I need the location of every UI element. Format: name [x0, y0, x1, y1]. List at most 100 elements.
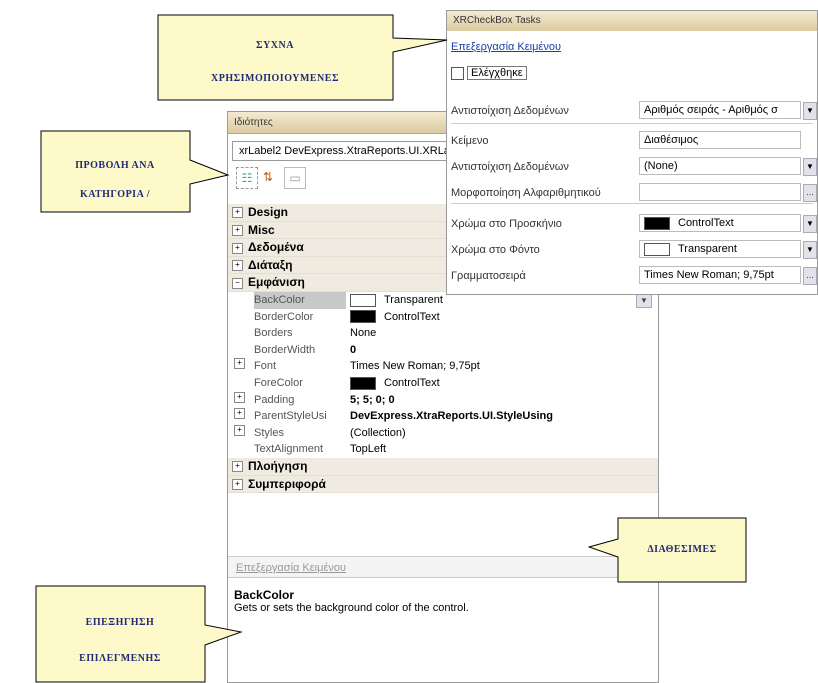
expand-toggle-icon[interactable]: +: [234, 424, 245, 436]
separator: [451, 123, 813, 124]
expand-toggle-icon[interactable]: +: [232, 260, 243, 272]
category-label: Design: [248, 205, 289, 219]
edit-text-link[interactable]: Επεξεργασία Κειμένου: [451, 41, 561, 53]
property-row[interactable]: Borders None: [228, 325, 658, 342]
property-value[interactable]: (Collection): [350, 425, 406, 442]
property-category[interactable]: + Πλοήγηση: [228, 457, 658, 476]
property-row[interactable]: TextAlignment TopLeft: [228, 441, 658, 458]
task-value-text: Transparent: [678, 243, 737, 255]
dropdown-arrow-icon[interactable]: ▼: [803, 215, 817, 233]
task-row[interactable]: Αντιστοίχιση Δεδομένων Αριθμός σειράς - Α…: [451, 101, 817, 121]
task-value-field[interactable]: Transparent: [639, 240, 801, 258]
property-pages-icon[interactable]: ▭: [284, 167, 306, 189]
property-row[interactable]: ForeColor ControlText: [228, 375, 658, 392]
separator: [451, 203, 813, 204]
property-value-text: ControlText: [384, 376, 440, 389]
property-name: BorderColor: [254, 310, 314, 323]
property-value[interactable]: ControlText: [350, 309, 440, 326]
callout-explain-line2: ΕΠΙΛΕΓΜΕΝΗΣ: [79, 653, 161, 664]
expand-toggle-icon[interactable]: +: [234, 408, 245, 420]
task-label: Γραμματοσειρά: [451, 270, 526, 282]
property-value-text: DevExpress.XtraReports.UI.StyleUsing: [350, 410, 553, 423]
property-value[interactable]: DevExpress.XtraReports.UI.StyleUsing: [350, 408, 553, 425]
task-value-field[interactable]: Διαθέσιμος: [639, 131, 801, 149]
expand-toggle-icon[interactable]: +: [232, 224, 243, 236]
property-row[interactable]: BorderWidth 0: [228, 342, 658, 359]
expand-toggle-icon[interactable]: +: [232, 461, 243, 473]
task-row[interactable]: Μορφοποίηση Αλφαριθμητικού …: [451, 183, 817, 203]
categorized-view-icon[interactable]: ☷: [236, 167, 258, 189]
color-swatch: [644, 242, 670, 256]
task-row[interactable]: Αντιστοίχιση Δεδομένων (None) ▼: [451, 157, 817, 177]
property-value[interactable]: Transparent: [350, 292, 443, 309]
tasks-title: XRCheckBox Tasks: [447, 11, 817, 31]
property-value-text: 0: [350, 343, 357, 356]
expand-toggle-icon[interactable]: +: [234, 391, 245, 403]
task-value-text: ControlText: [678, 217, 734, 229]
property-value-text: Times New Roman; 9,75pt: [350, 360, 480, 373]
expand-toggle-icon[interactable]: +: [232, 478, 243, 490]
task-row[interactable]: Γραμματοσειρά Times New Roman; 9,75pt…: [451, 266, 817, 286]
expand-toggle-icon[interactable]: +: [234, 358, 245, 370]
property-value[interactable]: None: [350, 325, 376, 342]
task-row[interactable]: Κείμενο Διαθέσιμος: [451, 131, 813, 151]
task-value-field[interactable]: [639, 183, 801, 201]
task-label: Αντιστοίχιση Δεδομένων: [451, 161, 569, 173]
category-label: Misc: [248, 222, 275, 237]
property-name: Styles: [254, 426, 284, 439]
category-label: Πλοήγηση: [248, 458, 308, 473]
callout-category-shape: [40, 130, 230, 213]
task-value-field[interactable]: (None): [639, 157, 801, 175]
expand-toggle-icon[interactable]: +: [232, 207, 243, 219]
property-value-text: Transparent: [384, 293, 443, 306]
dropdown-arrow-icon[interactable]: ▼: [636, 293, 652, 308]
property-value[interactable]: ControlText: [350, 375, 440, 392]
callout-category-line2: ΚΑΤΗΓΟΡΙΑ /: [79, 189, 151, 200]
property-name: Padding: [254, 393, 295, 406]
property-name: ForeColor: [254, 376, 303, 389]
ellipsis-icon[interactable]: …: [803, 267, 817, 285]
task-row[interactable]: Χρώμα στο Προσκήνιο ControlText ▼: [451, 214, 817, 234]
property-row[interactable]: + Styles (Collection): [228, 424, 658, 442]
property-value-text: 5; 5; 0; 0: [350, 393, 395, 406]
expand-toggle-icon[interactable]: −: [232, 277, 243, 289]
checked-label: Ελέγχθηκε: [467, 66, 527, 80]
property-name: Font: [254, 360, 277, 373]
task-row[interactable]: Χρώμα στο Φόντο Transparent ▼: [451, 240, 817, 260]
property-value[interactable]: TopLeft: [350, 441, 386, 458]
property-category[interactable]: + Συμπεριφορά: [228, 475, 658, 494]
color-swatch: [350, 293, 376, 307]
task-label: Χρώμα στο Φόντο: [451, 244, 540, 256]
dropdown-arrow-icon[interactable]: ▼: [803, 241, 817, 259]
checked-checkbox[interactable]: Ελέγχθηκε: [451, 65, 527, 81]
property-row[interactable]: + Padding 5; 5; 0; 0: [228, 391, 658, 409]
property-row[interactable]: + ParentStyleUsi DevExpress.XtraReports.UI…: [228, 408, 658, 425]
property-row[interactable]: + Font Times New Roman; 9,75pt: [228, 358, 658, 375]
task-value-field[interactable]: Times New Roman; 9,75pt: [639, 266, 801, 284]
property-value-text: None: [350, 327, 377, 340]
category-label: Δεδομένα: [248, 240, 304, 255]
property-name: ParentStyleUsi: [254, 410, 327, 423]
properties-toolbar: ☷ ⇅ ▭: [232, 167, 332, 189]
checkbox-box[interactable]: [451, 66, 464, 80]
expand-toggle-icon[interactable]: +: [232, 242, 243, 254]
property-value[interactable]: Times New Roman; 9,75pt: [350, 358, 480, 375]
property-name: BorderWidth: [254, 343, 316, 356]
task-value-field[interactable]: Αριθμός σειράς - Αριθμός σ: [639, 101, 801, 119]
property-row[interactable]: BorderColor ControlText: [228, 309, 658, 326]
task-label: Μορφοποίηση Αλφαριθμητικού: [451, 187, 601, 199]
callout-available-line1: ΔΙΑΘΕΣΙΜΕΣ: [647, 544, 717, 555]
task-value-field[interactable]: ControlText: [639, 214, 801, 232]
callout-frequent-line1: ΣΥΧΝΑ: [256, 40, 294, 51]
property-value[interactable]: 5; 5; 0; 0: [350, 392, 395, 409]
description-title: BackColor: [234, 588, 295, 602]
callout-category: ΠΡΟΒΟΛΗ ΑΝΑ ΚΑΤΗΓΟΡΙΑ /: [40, 130, 230, 214]
alphabetical-sort-icon[interactable]: ⇅: [258, 167, 278, 187]
task-value-text: Αριθμός σειράς - Αριθμός σ: [644, 104, 778, 116]
dropdown-arrow-icon[interactable]: ▼: [803, 158, 817, 176]
property-value[interactable]: 0: [350, 342, 356, 359]
description-panel: BackColor Gets or sets the background co…: [234, 588, 654, 614]
ellipsis-icon[interactable]: …: [803, 184, 817, 202]
dropdown-arrow-icon[interactable]: ▼: [803, 102, 817, 120]
callout-frequent-line2: ΧΡΗΣΙΜΟΠΟΙΟΥΜΕΝΕΣ: [211, 73, 339, 84]
